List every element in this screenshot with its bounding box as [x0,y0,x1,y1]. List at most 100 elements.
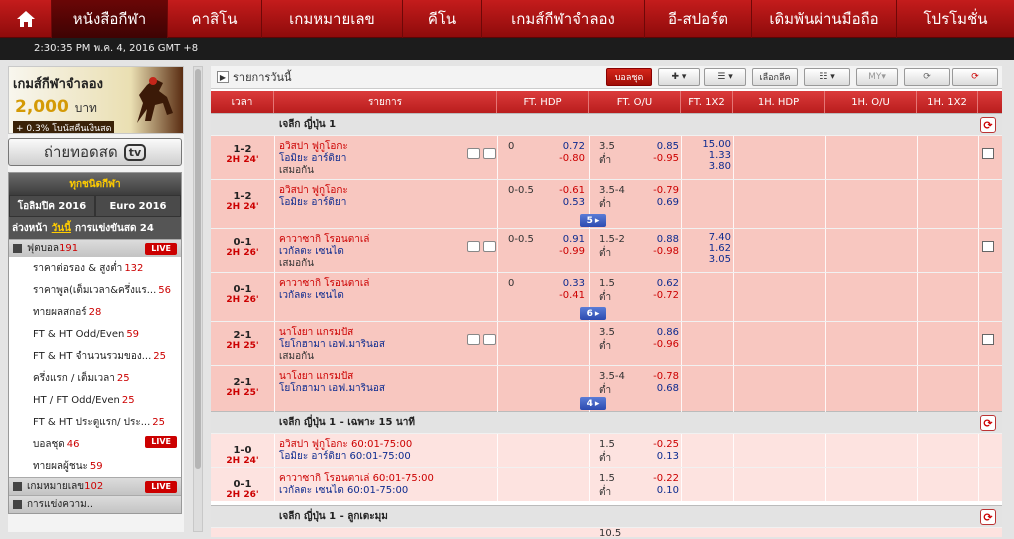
home-team[interactable]: คาวาซากิ โรอนตาเล่ [279,234,479,246]
all-sports-header[interactable]: ทุกชนิดกีฬา [9,173,181,195]
market-item[interactable]: บอลชุด 46 LIVE [9,433,181,455]
market-item[interactable]: ทายผลผู้ชนะ 59 [9,455,181,477]
chat-icon[interactable] [467,334,480,345]
home-team[interactable]: คาวาซากิ โรอนตาเล่ [279,278,479,290]
refresh-icon[interactable]: ⟳ [980,117,996,133]
refresh-all-button[interactable]: ⟳ [952,68,998,86]
home-team[interactable]: อวิสปา ฟูกูโอกะ 60:01-75:00 [279,439,479,451]
hdp-home-odds[interactable]: 0.33 [541,278,585,289]
under-odds[interactable]: -0.96 [635,339,679,350]
under-odds[interactable]: -0.98 [635,246,679,257]
home-team[interactable]: อวิสปา ฟูกูโอกะ [279,141,479,153]
away-team[interactable]: เวกัลตะ เซนได [279,246,479,258]
home-team[interactable]: นาโงยา แกรมปัส [279,327,479,339]
market-item[interactable]: ราคาพูล(เต็มเวลา&ครึ่งแร... 56 [9,279,181,301]
over-odds[interactable]: -0.22 [635,473,679,484]
more-bets-button[interactable]: 5 ▸ [580,214,606,227]
hdp-away-odds[interactable]: -0.80 [541,153,585,164]
market-item[interactable]: FT & HT Odd/Even 59 [9,323,181,345]
refresh-button[interactable]: ⟳ [904,68,950,86]
away-team[interactable]: เวกัลตะ เซนได [279,290,479,302]
away-team[interactable]: โยโกฮามา เอฟ.มารินอส [279,339,479,351]
odds-1x2-home[interactable]: 15.00 [687,139,731,150]
hdp-away-odds[interactable]: 0.53 [541,197,585,208]
chart-icon[interactable] [982,148,994,159]
nav-esports[interactable]: อี-สปอร์ต [645,0,752,38]
chart-icon[interactable] [982,334,994,345]
market-item[interactable]: ทายผลสกอร์ 28 [9,301,181,323]
promo-banner[interactable]: เกมส์กีฬาจำลอง 2,000 บาท + 0.3% โบนัสคืน… [8,66,184,134]
home-team[interactable]: คาวาซากิ โรอนตาเล่ 60:01-75:00 [279,473,479,485]
parlay-button[interactable]: บอลชุด [606,68,652,86]
chart-icon[interactable] [982,241,994,252]
odds-1x2-draw[interactable]: 3.05 [687,254,731,265]
market-item[interactable]: ครึ่งแรก / เต็มเวลา 25 [9,367,181,389]
over-odds[interactable]: 0.86 [635,327,679,338]
away-team[interactable]: โยโกฮามา เอฟ.มารินอส [279,383,479,395]
sport-number-game[interactable]: เกมหมายเลข 102 LIVE [9,477,181,495]
home-team[interactable]: นาโงยา แกรมปัส [279,371,479,383]
select-league-button[interactable]: เลือกลีค [752,68,798,86]
nav-mobile[interactable]: เดิมพันผ่านมือถือ [752,0,897,38]
sport-more[interactable]: การแข่งความ.. [9,495,181,513]
hdp-away-odds[interactable]: -0.99 [541,246,585,257]
nav-casino[interactable]: คาสิโน [168,0,262,38]
under-odds[interactable]: -0.95 [635,153,679,164]
chat-icon[interactable] [467,241,480,252]
under-odds[interactable]: -0.72 [635,290,679,301]
my-button[interactable]: MY ▾ [856,68,898,86]
stats-icon[interactable] [483,148,496,159]
odds-1x2-away[interactable]: 1.62 [687,243,731,254]
tab-olympic[interactable]: โอลิมปิค 2016 [9,195,95,217]
stats-icon[interactable] [483,241,496,252]
over-odds[interactable]: -0.78 [635,371,679,382]
stats-icon[interactable] [483,334,496,345]
home-team[interactable]: อวิสปา ฟูกูโอกะ [279,185,479,197]
subtab-live[interactable]: การแข่งขันสด 24 [75,221,154,236]
hdp-home-odds[interactable]: 0.91 [541,234,585,245]
over-odds[interactable]: -0.79 [635,185,679,196]
tab-euro[interactable]: Euro 2016 [95,195,181,217]
home-icon[interactable] [0,0,52,38]
over-odds[interactable]: 0.85 [635,141,679,152]
live-stream-button[interactable]: ถ่ายทอดสด tv [8,138,182,166]
nav-keno[interactable]: คีโน [403,0,482,38]
market-item[interactable]: FT & HT จำนวนรวมของ... 25 [9,345,181,367]
today-title[interactable]: ▶ รายการวันนี้ [217,68,292,86]
market-item[interactable]: FT & HT ประตูแรก/ ประ... 25 [9,411,181,433]
under-odds[interactable]: 0.68 [635,383,679,394]
subtab-early[interactable]: ล่วงหน้า [12,221,48,236]
over-odds[interactable]: 0.62 [635,278,679,289]
away-team[interactable]: เวกัลตะ เซนได 60:01-75:00 [279,485,479,497]
away-team[interactable]: โอมิยะ อาร์ดิยา [279,197,479,209]
market-item[interactable]: HT / FT Odd/Even 25 [9,389,181,411]
odds-1x2-draw[interactable]: 3.80 [687,161,731,172]
under-odds[interactable]: 0.13 [635,451,679,462]
nav-virtual-sports[interactable]: เกมส์กีฬาจำลอง [482,0,645,38]
nav-promotions[interactable]: โปรโมชั่น [897,0,1014,38]
over-odds[interactable]: -0.25 [635,439,679,450]
refresh-icon[interactable]: ⟳ [980,415,996,431]
subtab-today[interactable]: วันนี้ [52,221,71,236]
refresh-icon[interactable]: ⟳ [980,509,996,525]
odds-1x2-away[interactable]: 1.33 [687,150,731,161]
away-team[interactable]: โอมิยะ อาร์ดิยา [279,153,479,165]
hdp-away-odds[interactable]: -0.41 [541,290,585,301]
sidebar-scrollbar[interactable] [193,66,203,532]
under-odds[interactable]: 0.69 [635,197,679,208]
away-team[interactable]: โอมิยะ อาร์ดิยา 60:01-75:00 [279,451,479,463]
view-button[interactable]: ☷ ▾ [804,68,850,86]
more-bets-button[interactable]: 4 ▸ [580,397,606,410]
hdp-home-odds[interactable]: -0.61 [541,185,585,196]
hdp-home-odds[interactable]: 0.72 [541,141,585,152]
sort-button[interactable]: ☰ ▾ [704,68,746,86]
odds-1x2-home[interactable]: 7.40 [687,232,731,243]
chat-icon[interactable] [467,148,480,159]
more-bets-button[interactable]: 6 ▸ [580,307,606,320]
add-button[interactable]: ✚ ▾ [658,68,700,86]
nav-number-game[interactable]: เกมหมายเลข [262,0,403,38]
nav-sportsbook[interactable]: หนังสือกีฬา [52,0,168,38]
over-odds[interactable]: 0.88 [635,234,679,245]
under-odds[interactable]: 0.10 [635,485,679,496]
market-item[interactable]: ราคาต่อรอง & สูงต่ำ 132 [9,257,181,279]
